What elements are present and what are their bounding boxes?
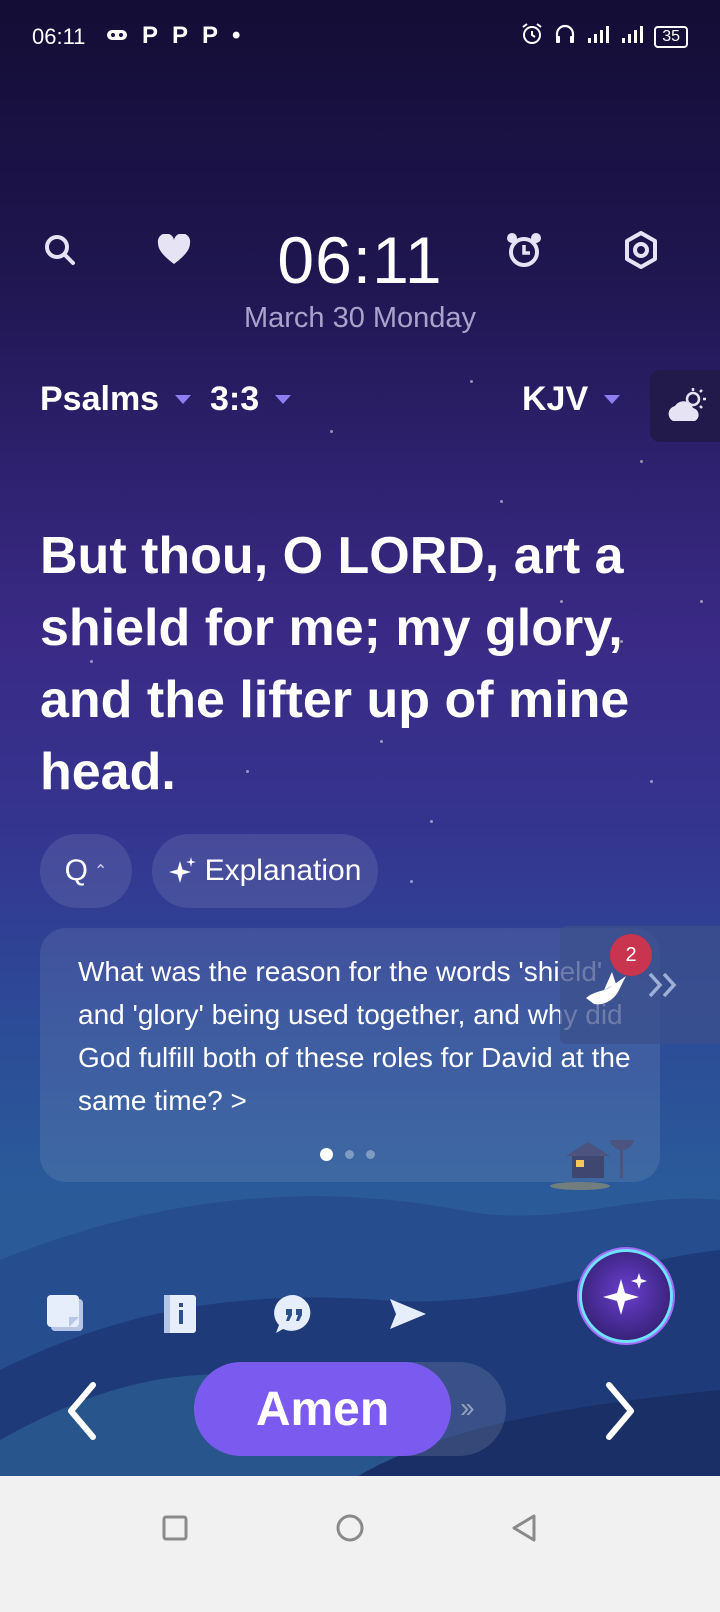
book-selector[interactable]: Psalms (40, 380, 192, 419)
signal-icon (620, 24, 644, 49)
explanation-button[interactable]: Explanation (152, 834, 378, 908)
alarm-icon (520, 22, 544, 51)
chevron-up-icon: ⌃ (93, 863, 108, 880)
battery-indicator: 35 (654, 25, 688, 48)
next-verse-button[interactable] (590, 1376, 650, 1446)
question-text: What was the reason for the words 'shiel… (78, 956, 631, 1116)
alarm-clock-icon (507, 233, 541, 267)
recents-button[interactable] (155, 1508, 195, 1548)
system-navigation-bar (0, 1476, 720, 1612)
amen-button[interactable]: Amen (194, 1362, 451, 1456)
back-button[interactable] (505, 1508, 545, 1548)
alarm-button[interactable] (500, 226, 548, 274)
top-bar: 06:11 March 30 Monday (0, 222, 720, 334)
verse-actions (44, 1292, 430, 1336)
caret-down-icon (175, 395, 192, 404)
game-controller-icon (106, 22, 128, 50)
settings-button[interactable] (617, 226, 665, 274)
chapter-verse-label: 3:3 (210, 380, 260, 418)
carousel-dot (366, 1150, 375, 1159)
ai-assistant-button[interactable] (582, 1252, 670, 1340)
quote-button[interactable] (272, 1292, 316, 1336)
q-label: Q (64, 854, 88, 887)
headphones-icon (554, 23, 576, 50)
previous-verse-button[interactable] (52, 1376, 112, 1446)
notification-p-icon: P (142, 22, 159, 49)
weather-button[interactable] (650, 370, 720, 442)
notification-badge: 2 (610, 934, 652, 976)
book-info-icon (164, 1295, 196, 1333)
book-label: Psalms (40, 380, 160, 418)
signal-icon (586, 24, 610, 49)
notification-p-icon: P (202, 22, 219, 49)
quote-bubble-icon (274, 1294, 311, 1333)
sparkle-icon (168, 857, 196, 883)
info-button[interactable] (158, 1292, 202, 1336)
sparkle-icon (603, 1273, 647, 1315)
status-right: 35 (520, 22, 688, 51)
triangle-back-icon (512, 1514, 536, 1542)
translation-label: KJV (522, 380, 589, 418)
app-screen: 06:11 P P P • 35 06:11 March 30 Monday P… (0, 0, 720, 1516)
question-toggle-chip[interactable]: Q ⌃ (40, 834, 132, 908)
note-button[interactable] (44, 1292, 88, 1336)
chapter-verse-selector[interactable]: 3:3 (210, 380, 292, 419)
carousel-dots (320, 1148, 375, 1161)
carousel-dot (345, 1150, 354, 1159)
status-time: 06:11 (32, 24, 86, 49)
caret-down-icon (275, 395, 292, 404)
square-recents-icon (162, 1515, 188, 1541)
notification-icons: P P P • (106, 22, 240, 50)
double-chevron-right-icon: ›› (460, 1392, 475, 1423)
send-icon (390, 1299, 426, 1329)
carousel-dot-active (320, 1148, 333, 1161)
caret-down-icon (604, 395, 621, 404)
sticky-note-icon (47, 1295, 83, 1331)
date-display: March 30 Monday (243, 302, 477, 334)
amen-slider[interactable]: Amen ›› (194, 1362, 506, 1456)
translation-selector[interactable]: KJV (522, 380, 621, 419)
circle-home-icon (336, 1514, 364, 1542)
share-button[interactable] (386, 1292, 430, 1336)
chevron-left-icon (68, 1382, 96, 1440)
chevron-right-icon (606, 1382, 634, 1440)
double-chevron-right-icon (648, 972, 677, 998)
more-notifications-dot-icon: • (232, 22, 241, 49)
notification-p-icon: P (172, 22, 189, 49)
verse-text: But thou, O LORD, art a shield for me; m… (40, 527, 630, 801)
status-bar: 06:11 P P P • 35 (0, 18, 720, 54)
home-button[interactable] (330, 1508, 370, 1548)
weather-cloud-sun-icon (668, 388, 706, 421)
gear-icon (625, 231, 657, 269)
clock-display: 06:11 (277, 223, 443, 297)
explanation-label: Explanation (204, 854, 362, 887)
